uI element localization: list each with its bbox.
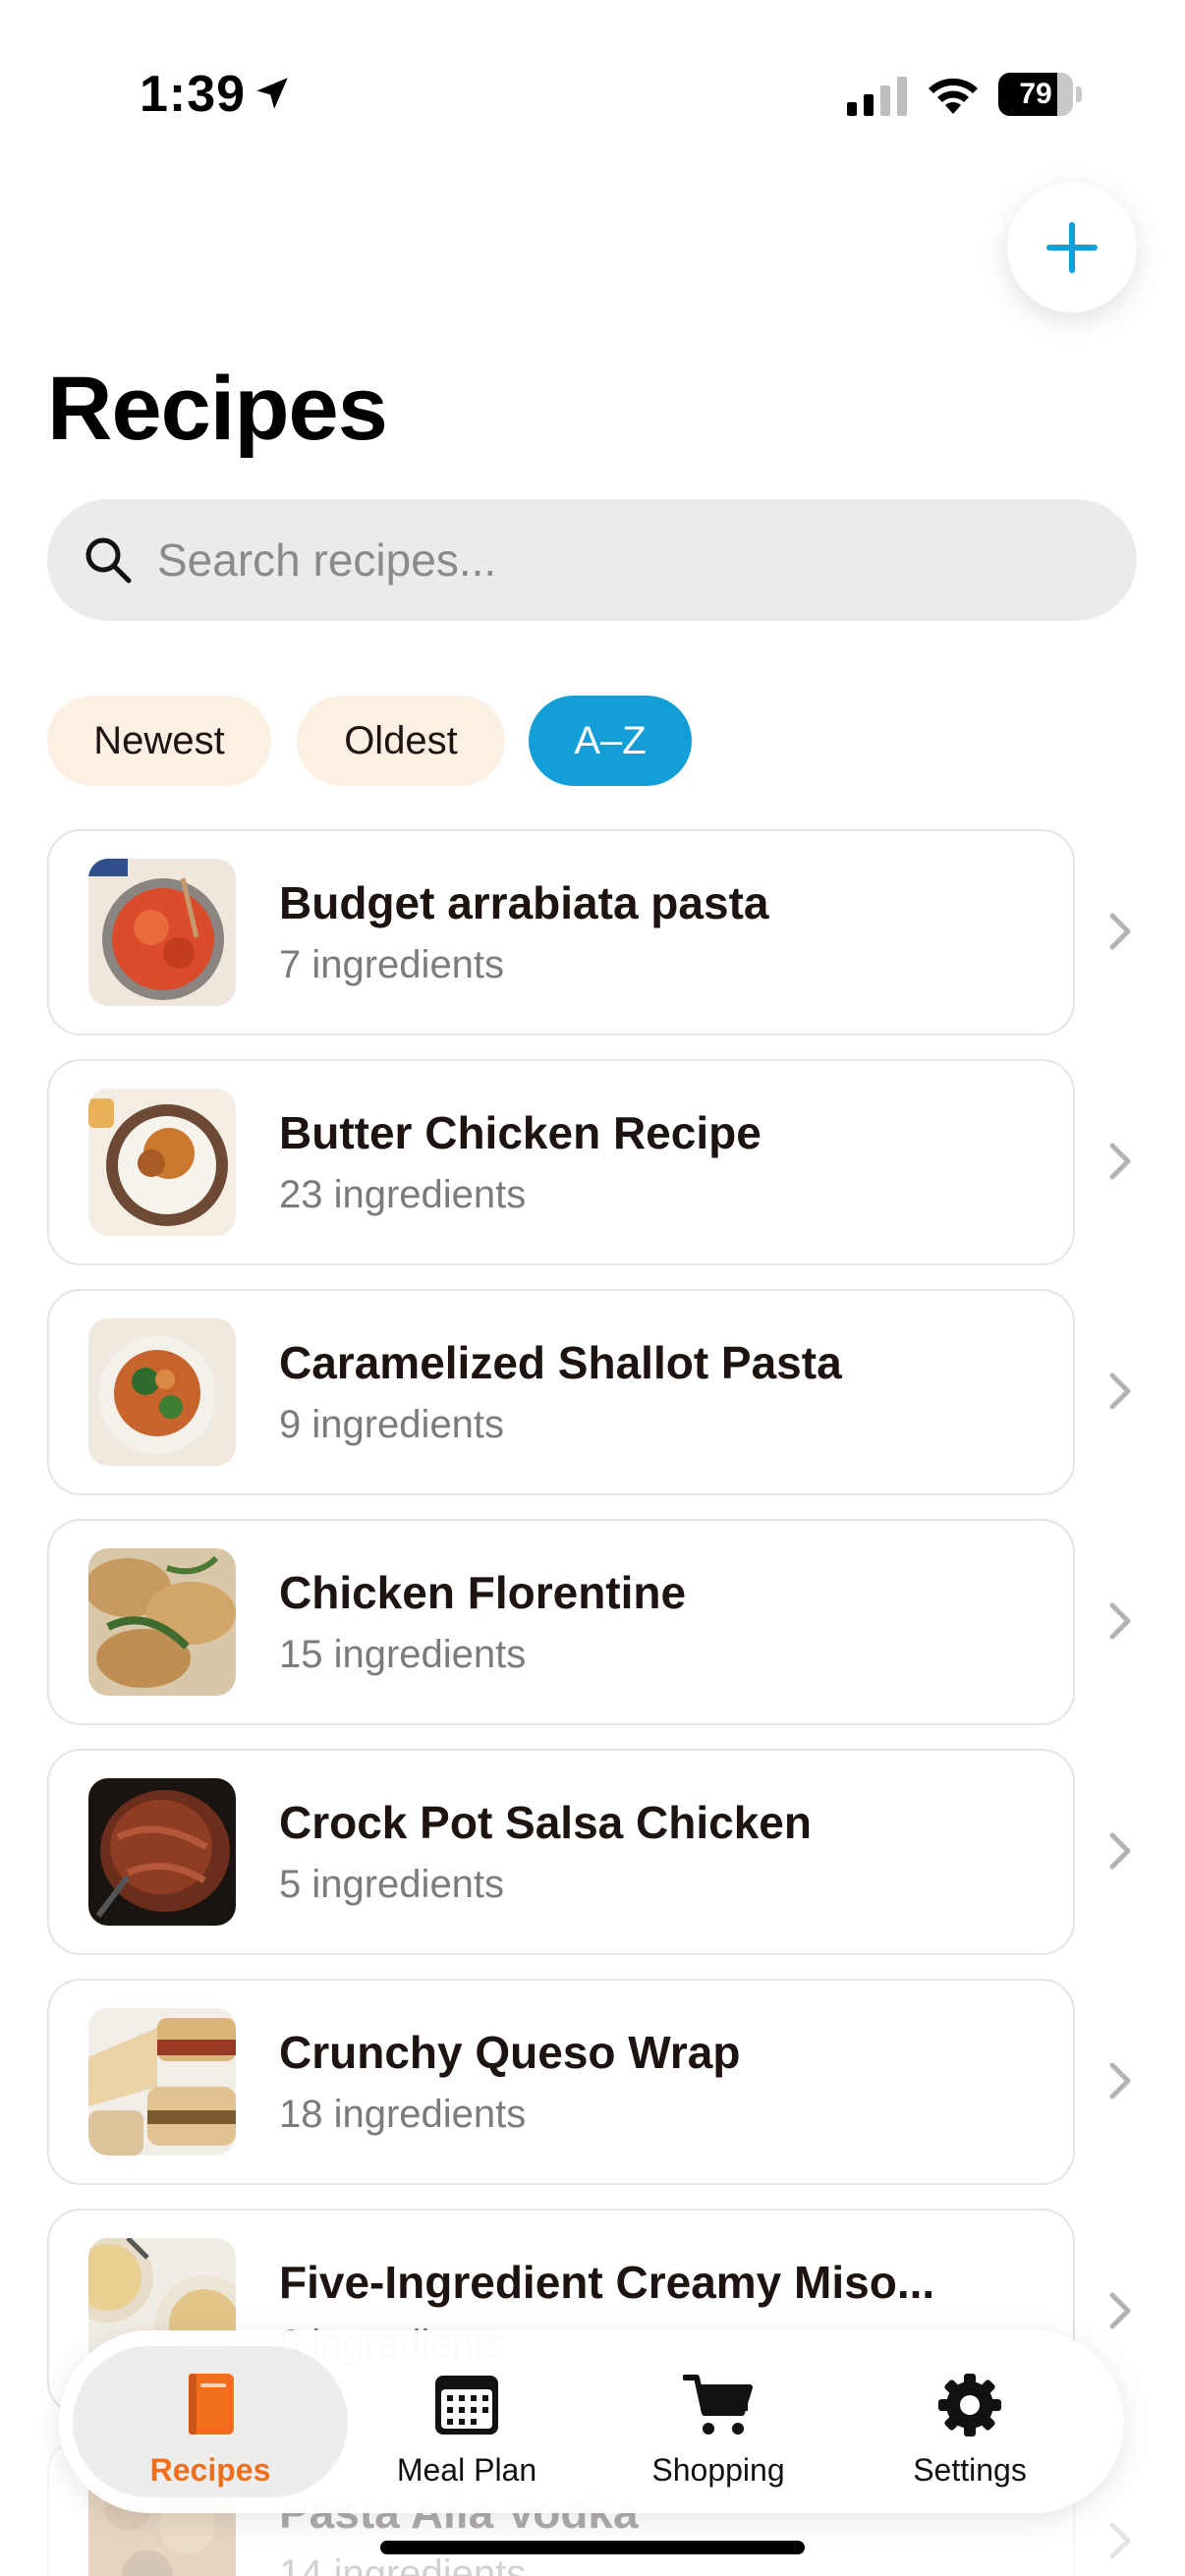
- recipe-thumbnail: [88, 1318, 236, 1466]
- cellular-signal-icon: [847, 77, 907, 116]
- wifi-icon: [929, 78, 978, 114]
- tab-label: Recipes: [149, 2452, 271, 2488]
- search-input[interactable]: [157, 499, 1100, 621]
- tab-meal-plan[interactable]: Meal Plan: [344, 2346, 590, 2497]
- recipe-name: Caramelized Shallot Pasta: [279, 1337, 842, 1388]
- status-time: 1:39: [140, 66, 247, 123]
- chevron-right-icon: [1109, 1602, 1131, 1640]
- recipe-name: Crock Pot Salsa Chicken: [279, 1797, 812, 1848]
- chevron-right-icon: [1109, 2062, 1131, 2100]
- gear-icon: [938, 2374, 1001, 2436]
- tab-label: Settings: [913, 2452, 1027, 2488]
- search-bar[interactable]: [47, 499, 1137, 621]
- recipe-ingredient-count: 9 ingredients: [279, 1403, 505, 1446]
- plus-icon: [1046, 222, 1098, 273]
- recipe-ingredient-count: 5 ingredients: [279, 1863, 505, 1906]
- battery-percent: 79: [1019, 78, 1052, 110]
- tab-label: Meal Plan: [396, 2452, 537, 2488]
- calendar-icon: [435, 2376, 498, 2435]
- recipe-name: Five-Ingredient Creamy Miso...: [279, 2257, 935, 2308]
- recipe-thumbnail: [88, 1548, 236, 1696]
- tab-label: Shopping: [651, 2452, 785, 2488]
- recipe-name: Butter Chicken Recipe: [279, 1107, 762, 1158]
- recipe-thumbnail: [88, 1778, 236, 1926]
- recipe-card[interactable]: Caramelized Shallot Pasta 9 ingredients: [47, 1289, 1075, 1495]
- chevron-right-icon: [1109, 2292, 1131, 2329]
- recipe-ingredient-count: 15 ingredients: [279, 1633, 527, 1676]
- recipe-name: Chicken Florentine: [279, 1567, 687, 1618]
- sort-chip-newest[interactable]: Newest: [47, 696, 271, 786]
- search-icon: [85, 537, 132, 584]
- chevron-right-icon: [1109, 1832, 1131, 1870]
- location-arrow-icon: [256, 78, 288, 109]
- recipe-thumbnail: [88, 1089, 236, 1236]
- tab-recipes[interactable]: Recipes: [73, 2346, 348, 2497]
- recipe-name: Crunchy Queso Wrap: [279, 2027, 741, 2078]
- recipe-card[interactable]: Crunchy Queso Wrap 18 ingredients: [47, 1979, 1075, 2185]
- battery-indicator: 79: [998, 73, 1082, 116]
- recipe-thumbnail: [88, 859, 236, 1006]
- chevron-right-icon: [1109, 1143, 1131, 1180]
- add-recipe-button[interactable]: [1007, 183, 1137, 312]
- recipe-card[interactable]: Crock Pot Salsa Chicken 5 ingredients: [47, 1749, 1075, 1955]
- sort-chip-a-z[interactable]: A–Z: [529, 696, 692, 786]
- tab-bar: Recipes Meal Plan Shopping Settings: [59, 2330, 1124, 2513]
- page-title: Recipes: [47, 359, 388, 459]
- recipe-thumbnail: [88, 2008, 236, 2156]
- chevron-right-icon: [1109, 1372, 1131, 1410]
- recipe-card[interactable]: Butter Chicken Recipe 23 ingredients: [47, 1059, 1075, 1265]
- chevron-right-icon: [1109, 913, 1131, 950]
- chevron-right-icon: [1109, 2522, 1131, 2559]
- recipe-ingredient-count: 23 ingredients: [279, 1173, 527, 1216]
- recipe-card[interactable]: Chicken Florentine 15 ingredients: [47, 1519, 1075, 1725]
- recipe-name: Budget arrabiata pasta: [279, 877, 769, 928]
- recipe-card[interactable]: Budget arrabiata pasta 7 ingredients: [47, 829, 1075, 1036]
- tab-shopping[interactable]: Shopping: [595, 2346, 841, 2497]
- recipe-ingredient-count: 18 ingredients: [279, 2093, 527, 2136]
- status-bar: 1:39 79: [0, 0, 1185, 187]
- book-icon: [189, 2374, 234, 2435]
- recipe-ingredient-count: 14 ingredients: [279, 2552, 527, 2576]
- home-indicator: [380, 2541, 805, 2554]
- tab-settings[interactable]: Settings: [847, 2346, 1093, 2497]
- cart-icon: [683, 2375, 753, 2435]
- recipe-ingredient-count: 7 ingredients: [279, 943, 505, 986]
- sort-chip-oldest[interactable]: Oldest: [297, 696, 505, 786]
